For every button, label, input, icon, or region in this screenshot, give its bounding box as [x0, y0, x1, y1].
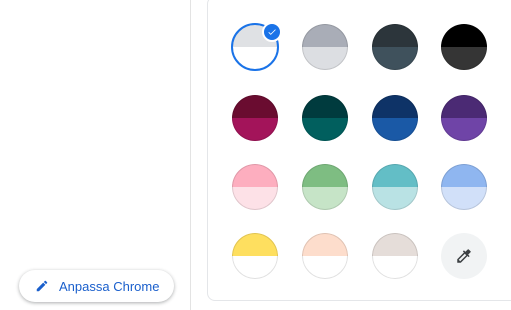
customize-chrome-label: Anpassa Chrome — [59, 278, 160, 294]
color-swatch-slate[interactable] — [372, 24, 418, 70]
pane-divider — [190, 0, 191, 310]
swatch-outline — [232, 95, 278, 141]
custom-color-picker[interactable] — [441, 233, 487, 279]
swatch-outline — [302, 95, 348, 141]
color-swatch-purple[interactable] — [441, 95, 487, 141]
customize-chrome-button[interactable]: Anpassa Chrome — [19, 270, 174, 302]
color-swatch-cool-grey[interactable] — [302, 24, 348, 70]
left-pane: Anpassa Chrome — [0, 0, 190, 310]
color-swatch-pink[interactable] — [232, 164, 278, 210]
color-swatch-black[interactable] — [441, 24, 487, 70]
customize-chrome-page: Anpassa Chrome — [0, 0, 511, 310]
color-swatch-aqua[interactable] — [372, 164, 418, 210]
swatch-outline — [372, 164, 418, 210]
swatch-outline — [302, 233, 348, 279]
color-swatch-dark-teal[interactable] — [302, 95, 348, 141]
swatch-outline — [232, 233, 278, 279]
swatch-outline — [302, 24, 348, 70]
color-swatch-burgundy[interactable] — [232, 95, 278, 141]
swatch-outline — [372, 24, 418, 70]
color-swatch-peach[interactable] — [302, 233, 348, 279]
eyedropper-icon — [455, 247, 473, 265]
swatch-outline — [232, 164, 278, 210]
pencil-icon — [35, 279, 49, 293]
color-swatch-green[interactable] — [302, 164, 348, 210]
checkmark-icon — [262, 22, 282, 42]
swatch-outline — [302, 164, 348, 210]
swatch-outline — [441, 24, 487, 70]
color-swatch-yellow[interactable] — [232, 233, 278, 279]
swatch-outline — [441, 164, 487, 210]
color-swatch-light-blue[interactable] — [441, 164, 487, 210]
swatch-outline — [372, 95, 418, 141]
color-swatch-navy[interactable] — [372, 95, 418, 141]
color-swatch-beige[interactable] — [372, 233, 418, 279]
swatch-outline — [372, 233, 418, 279]
swatch-outline — [441, 95, 487, 141]
